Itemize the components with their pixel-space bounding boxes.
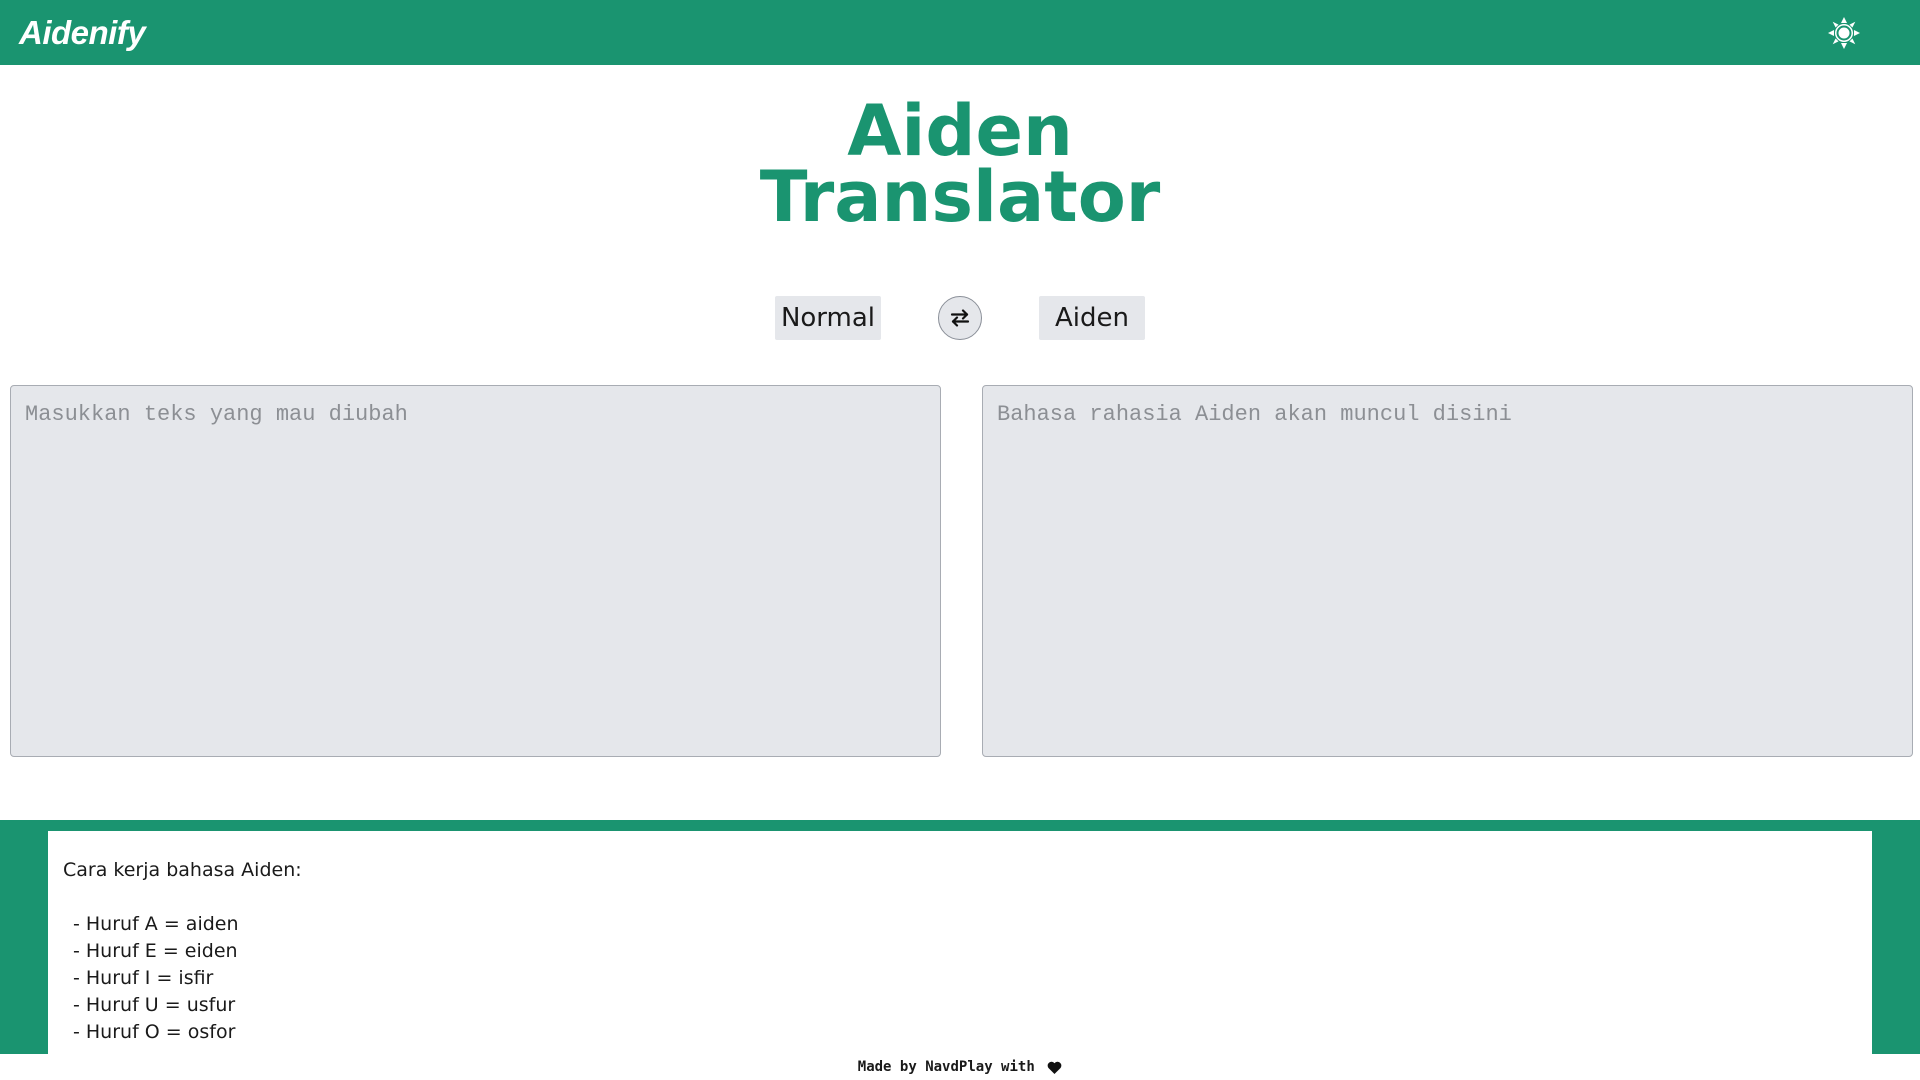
brand-logo[interactable]: Aidenify [19, 14, 146, 52]
footer: Made by NavdPlay with [0, 1055, 1920, 1080]
sun-icon [1828, 16, 1860, 49]
page-title: Aiden Translator [0, 90, 1920, 238]
language-switcher: Normal Aiden [0, 296, 1920, 340]
info-card: Cara kerja bahasa Aiden: - Huruf A = aid… [48, 831, 1872, 1054]
theme-toggle-button[interactable] [1824, 13, 1864, 53]
swap-languages-button[interactable] [938, 296, 982, 340]
rule-item: - Huruf I = isfir [73, 967, 214, 989]
target-language-button[interactable]: Aiden [1039, 296, 1145, 340]
input-textarea[interactable] [10, 385, 941, 757]
heart-icon [1047, 1061, 1062, 1074]
rules-list: - Huruf A = aiden - Huruf E = eiden - Hu… [63, 911, 1857, 1046]
info-section: Cara kerja bahasa Aiden: - Huruf A = aid… [0, 820, 1920, 1054]
page-title-line-1: Aiden [847, 90, 1073, 172]
swap-arrows-icon [950, 309, 970, 327]
footer-text: Made by NavdPlay with [857, 1059, 1035, 1075]
rule-item: - Huruf O = osfor [73, 1021, 236, 1043]
navbar: Aidenify [0, 0, 1920, 65]
page-title-line-2: Translator [759, 156, 1161, 238]
output-textarea[interactable] [982, 385, 1913, 757]
rule-item: - Huruf E = eiden [73, 940, 238, 962]
rule-item: - Huruf U = usfur [73, 994, 236, 1016]
source-language-button[interactable]: Normal [775, 296, 881, 340]
rule-item: - Huruf A = aiden [73, 913, 239, 935]
info-heading: Cara kerja bahasa Aiden: [63, 859, 302, 881]
